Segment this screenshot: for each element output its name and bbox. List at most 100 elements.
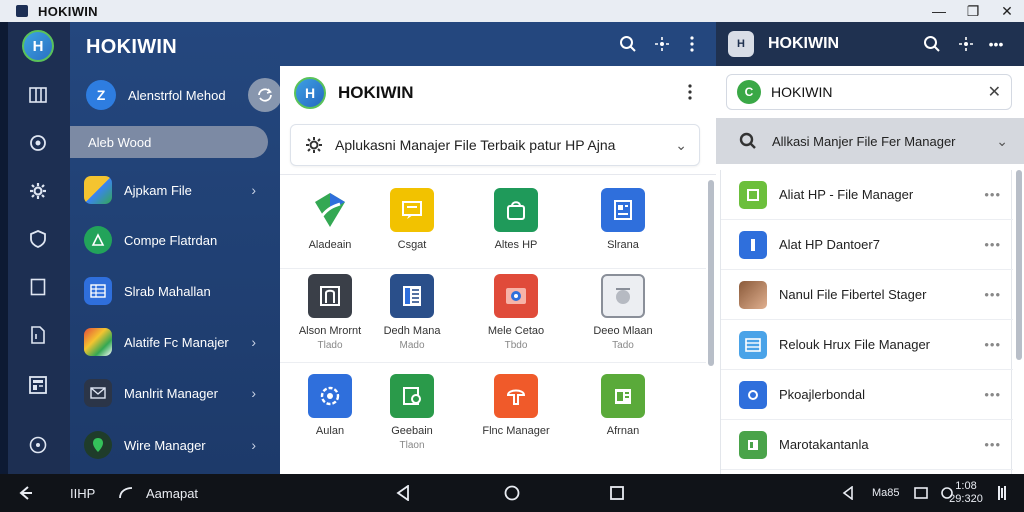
search-input[interactable]: HOKIWIN bbox=[771, 84, 832, 100]
chevron-right-icon: › bbox=[251, 182, 256, 198]
spreadsheet-app-icon bbox=[84, 277, 112, 305]
kebab-menu-icon[interactable] bbox=[688, 84, 692, 105]
account-row[interactable]: Z Alenstrfol Mehod bbox=[86, 78, 282, 112]
document-icon[interactable] bbox=[27, 324, 49, 346]
window-titlebar: HOKIWIN — ❐ ✕ bbox=[0, 0, 1024, 22]
sidebar-item-compe-flatrdan[interactable]: Compe Flatrdan bbox=[84, 224, 270, 256]
sidebar-item-wire-manager[interactable]: Wire Manager › bbox=[84, 429, 270, 461]
sync-button[interactable] bbox=[248, 78, 282, 112]
category-dropdown[interactable]: Allkasi Manjer File Fer Manager ⌄ bbox=[716, 118, 1024, 164]
avatar[interactable]: Z bbox=[86, 80, 116, 110]
chevron-down-icon: ⌄ bbox=[675, 136, 687, 153]
sidebar-item-alatife-fc-manajer[interactable]: Alatife Fc Manajer › bbox=[84, 326, 270, 358]
sidebar-item-ajpkam-file[interactable]: Ajpkam File › bbox=[84, 174, 270, 206]
back-button-icon[interactable] bbox=[396, 484, 410, 502]
clear-icon[interactable]: ✕ bbox=[988, 82, 1001, 102]
notification-icon[interactable] bbox=[996, 484, 1008, 502]
app-tile-label: Aulan bbox=[315, 425, 345, 437]
chevron-right-icon: › bbox=[251, 385, 256, 401]
sidebar-item-label: Manlrit Manager bbox=[124, 385, 218, 401]
camera-icon[interactable] bbox=[27, 132, 49, 154]
list-item[interactable]: Marotakantanla ••• bbox=[721, 420, 1013, 470]
more-vertical-icon[interactable] bbox=[682, 34, 702, 54]
app-tile[interactable]: Afrnan bbox=[573, 374, 673, 454]
app-tile[interactable]: Altes HP bbox=[466, 188, 566, 268]
gear-icon bbox=[303, 134, 325, 156]
gear-icon[interactable] bbox=[27, 180, 49, 202]
shield-icon[interactable] bbox=[27, 228, 49, 250]
app-tile-label: Dedh Mana bbox=[383, 325, 441, 337]
right-panel: H HOKIWIN ••• C HOKIWIN ✕ Allkasi Manjer… bbox=[716, 22, 1024, 474]
search-icon[interactable] bbox=[618, 34, 638, 54]
compass-icon[interactable] bbox=[27, 434, 49, 456]
rail-logo[interactable]: H bbox=[22, 30, 54, 62]
app-shortcut-icon[interactable] bbox=[118, 484, 134, 502]
photo-icon bbox=[494, 274, 538, 318]
close-button[interactable]: ✕ bbox=[990, 0, 1024, 22]
recents-button-icon[interactable] bbox=[610, 484, 624, 502]
app-tile[interactable]: Slrana bbox=[573, 188, 673, 268]
back-gesture-icon[interactable] bbox=[18, 484, 34, 502]
app-tile-sublabel: Mado bbox=[399, 340, 425, 351]
move-icon[interactable] bbox=[956, 34, 976, 54]
more-icon[interactable]: ••• bbox=[984, 287, 1001, 302]
square-icon[interactable] bbox=[27, 276, 49, 298]
more-icon[interactable]: ••• bbox=[984, 237, 1001, 252]
search-icon[interactable] bbox=[922, 34, 942, 54]
app-tile[interactable]: Mele Cetao Tbdo bbox=[466, 274, 566, 354]
nav-left-label[interactable]: IIHP bbox=[70, 484, 95, 502]
list-item[interactable]: Aliat HP - File Manager ••• bbox=[721, 170, 1013, 220]
scrollbar[interactable] bbox=[708, 180, 714, 366]
sidebar-item-manlrit-manager[interactable]: Manlrit Manager › bbox=[84, 377, 270, 409]
maximize-button[interactable]: ❐ bbox=[956, 0, 990, 22]
search-field[interactable]: C HOKIWIN ✕ bbox=[726, 74, 1012, 110]
divider bbox=[280, 174, 716, 175]
more-icon[interactable]: ••• bbox=[984, 337, 1001, 352]
divider bbox=[280, 362, 706, 363]
app-tile-sublabel: Tlaon bbox=[399, 440, 425, 451]
list-item[interactable]: Pkoajlerbondal ••• bbox=[721, 370, 1013, 420]
list-item-label: Alat HP Dantoer7 bbox=[779, 237, 880, 252]
minimize-button[interactable]: — bbox=[922, 0, 956, 22]
app-tile-sublabel: Tbdo bbox=[504, 340, 528, 351]
sidebar-item-label: Compe Flatrdan bbox=[124, 232, 218, 248]
sidebar-item-label: Wire Manager bbox=[124, 437, 206, 453]
home-button-icon[interactable] bbox=[504, 484, 520, 502]
list-icon bbox=[390, 274, 434, 318]
list-item[interactable]: Alat HP Dantoer7 ••• bbox=[721, 220, 1013, 270]
more-horizontal-icon[interactable]: ••• bbox=[986, 34, 1006, 54]
list-item-icon bbox=[739, 180, 767, 209]
more-icon[interactable]: ••• bbox=[984, 187, 1001, 202]
note-icon bbox=[390, 188, 434, 232]
app-tile-label: Afrnan bbox=[606, 425, 640, 437]
more-icon[interactable]: ••• bbox=[984, 437, 1001, 452]
category-dropdown[interactable]: Aplukasni Manajer File Terbaik patur HP … bbox=[290, 124, 700, 166]
move-icon[interactable] bbox=[652, 34, 672, 54]
news-icon[interactable] bbox=[27, 374, 49, 396]
main-header: H HOKIWIN bbox=[280, 68, 716, 118]
back-arrow-icon[interactable] bbox=[842, 484, 854, 502]
list-item-label: Aliat HP - File Manager bbox=[779, 187, 914, 202]
anchor-icon bbox=[494, 374, 538, 418]
clipboard-icon bbox=[601, 374, 645, 418]
more-icon[interactable]: ••• bbox=[984, 387, 1001, 402]
magnifier-icon bbox=[738, 131, 758, 151]
app-tile[interactable]: Csgat bbox=[362, 188, 462, 268]
scrollbar[interactable] bbox=[1016, 170, 1022, 360]
app-list: Aliat HP - File Manager ••• Alat HP Dant… bbox=[720, 170, 1013, 474]
app-shortcut-label[interactable]: Aamapat bbox=[146, 484, 198, 502]
list-item[interactable]: Nanul File Fibertel Stager ••• bbox=[721, 270, 1013, 320]
divider bbox=[280, 268, 706, 269]
window-title: HOKIWIN bbox=[38, 3, 98, 19]
files-app-icon bbox=[84, 176, 112, 204]
app-tile[interactable]: Geebain Tlaon bbox=[362, 374, 462, 454]
app-tile[interactable]: Dedh Mana Mado bbox=[362, 274, 462, 354]
list-item[interactable]: Relouk Hrux File Manager ••• bbox=[721, 320, 1013, 370]
list-item-icon bbox=[739, 430, 767, 459]
app-tile[interactable]: Flnc Manager bbox=[466, 374, 566, 454]
sidebar-item-slrab-mahallan[interactable]: Slrab Mahallan bbox=[84, 275, 270, 307]
grid-icon[interactable] bbox=[27, 84, 49, 106]
screenshot-icon[interactable] bbox=[914, 484, 928, 502]
app-tile[interactable]: Deeo Mlaan Tado bbox=[573, 274, 673, 354]
sidebar-selected-item[interactable]: Aleb Wood bbox=[70, 126, 268, 158]
